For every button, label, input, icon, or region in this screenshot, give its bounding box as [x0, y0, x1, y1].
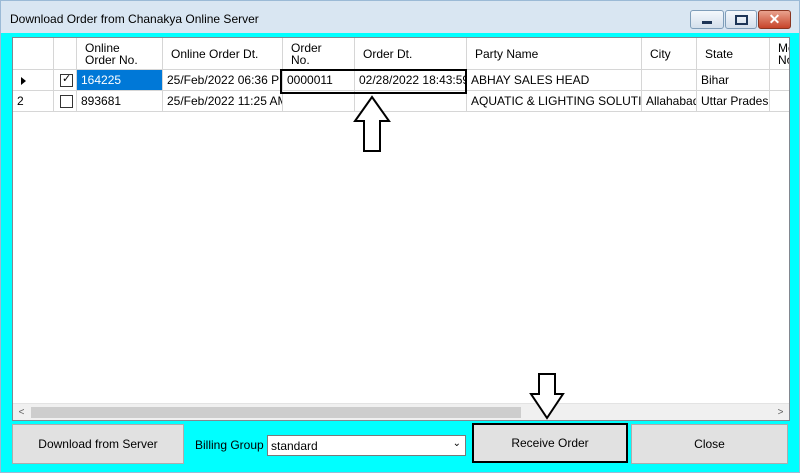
row-header-corner: [13, 38, 54, 70]
row-header-1[interactable]: [13, 70, 54, 91]
scroll-left-icon[interactable]: <: [13, 404, 30, 420]
row-header-2[interactable]: 2: [13, 91, 54, 112]
header-party-name[interactable]: Party Name: [467, 38, 642, 70]
cell-party-name[interactable]: AQUATIC & LIGHTING SOLUTION: [467, 91, 642, 112]
cell-online-order-no[interactable]: 893681: [77, 91, 163, 112]
row-checkbox-2[interactable]: [54, 91, 77, 112]
cell-online-order-dt[interactable]: 25/Feb/2022 11:25 AM: [163, 91, 283, 112]
close-window-button[interactable]: ✕: [758, 10, 791, 29]
cell-mobile-no[interactable]: [770, 91, 789, 112]
header-select: [54, 38, 77, 70]
horizontal-scrollbar[interactable]: < >: [13, 403, 789, 420]
cell-state[interactable]: Uttar Pradesh: [697, 91, 770, 112]
billing-group-select[interactable]: standard ⌄: [267, 435, 466, 456]
checkbox-unchecked-icon[interactable]: [60, 95, 73, 108]
maximize-icon: [735, 15, 748, 25]
cell-online-order-dt[interactable]: 25/Feb/2022 06:36 PM: [163, 70, 283, 91]
header-mobile-no[interactable]: MoNo: [770, 38, 789, 70]
up-arrow-icon: [353, 95, 391, 152]
down-arrow-icon: [529, 373, 565, 420]
close-icon: ✕: [768, 11, 781, 27]
minimize-icon: [702, 21, 712, 24]
cell-city[interactable]: [642, 70, 697, 91]
scroll-thumb[interactable]: [31, 407, 521, 418]
cell-city[interactable]: Allahabad: [642, 91, 697, 112]
window-title: Download Order from Chanakya Online Serv…: [10, 12, 259, 26]
chevron-down-icon[interactable]: ⌄: [453, 438, 461, 449]
row-checkbox-1[interactable]: [54, 70, 77, 91]
header-order-dt[interactable]: Order Dt.: [355, 38, 467, 70]
receive-order-button[interactable]: Receive Order: [472, 423, 628, 463]
billing-group-label: Billing Group :: [195, 438, 271, 452]
cell-mobile-no[interactable]: [770, 70, 789, 91]
cell-party-name[interactable]: ABHAY SALES HEAD: [467, 70, 642, 91]
orders-grid[interactable]: Online Order No. Online Order Dt. Order No…: [12, 37, 790, 421]
current-row-icon: [21, 77, 26, 85]
header-order-no[interactable]: Order No.: [283, 38, 355, 70]
header-online-order-dt[interactable]: Online Order Dt.: [163, 38, 283, 70]
order-highlight-box: [280, 69, 467, 94]
cell-order-no[interactable]: [283, 91, 355, 112]
close-button[interactable]: Close: [631, 424, 788, 464]
header-online-order-no[interactable]: Online Order No.: [77, 38, 163, 70]
minimize-button[interactable]: [690, 10, 724, 29]
scroll-right-icon[interactable]: >: [772, 404, 789, 420]
main-window: Download Order from Chanakya Online Serv…: [0, 0, 800, 473]
cell-online-order-no[interactable]: 164225: [77, 70, 163, 91]
billing-group-value: standard: [271, 439, 318, 453]
maximize-button[interactable]: [725, 10, 757, 29]
download-from-server-button[interactable]: Download from Server: [12, 424, 184, 464]
header-state[interactable]: State: [697, 38, 770, 70]
cell-state[interactable]: Bihar: [697, 70, 770, 91]
title-bar[interactable]: Download Order from Chanakya Online Serv…: [1, 1, 799, 33]
header-city[interactable]: City: [642, 38, 697, 70]
checkbox-checked-icon[interactable]: [60, 72, 73, 87]
